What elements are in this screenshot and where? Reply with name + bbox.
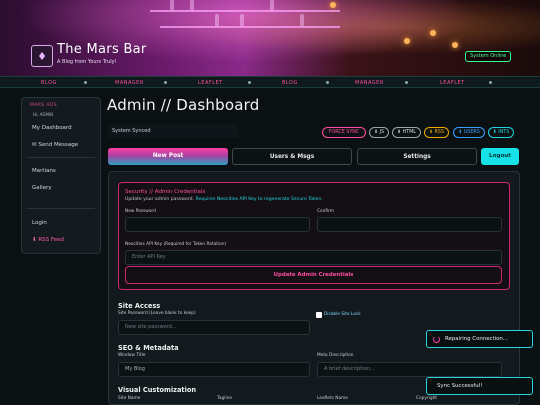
marquee-link-leaflet[interactable]: LEAFLET <box>198 80 223 86</box>
sync-status-text: System Synced <box>112 128 151 134</box>
sidebar-item-dashboard[interactable]: My Dashboard <box>32 125 72 131</box>
download-ints-button[interactable]: ⬇ INTS <box>488 127 514 138</box>
sidebar-heading: MARS ADS <box>30 103 57 108</box>
bottle-decoration <box>270 0 274 10</box>
seo-heading: SEO & Metadata <box>118 344 179 352</box>
marquee-dot-icon <box>489 81 492 84</box>
bar-shelf <box>150 10 340 12</box>
visual-customization-heading: Visual Customization <box>118 386 197 394</box>
site-tagline: A Blog from Yours Truly! <box>57 59 117 65</box>
marquee-link-manager[interactable]: MANAGER <box>115 80 144 86</box>
site-logo-icon[interactable]: ♦ <box>31 45 53 67</box>
page-title: Admin // Dashboard <box>107 96 260 114</box>
window-title-label: Window Title <box>118 353 146 358</box>
meta-description-field[interactable]: A brief description... <box>317 362 502 377</box>
bottle-decoration <box>300 14 304 26</box>
toast-repairing-text: Repairing Connection... <box>445 336 508 342</box>
marquee-nav: BLOG MANAGER LEAFLET BLOG MANAGER LEAFLE… <box>0 76 540 88</box>
download-rss-button[interactable]: ⬇ RSS <box>424 127 449 138</box>
toast-sync-text: Sync Successful! <box>437 383 483 389</box>
marquee-link-manager[interactable]: MANAGER <box>355 80 384 86</box>
lamp-decoration <box>404 38 410 44</box>
security-subtitle-text: Update your admin password. <box>125 197 196 202</box>
sidebar-divider <box>27 157 95 158</box>
lamp-decoration <box>430 30 436 36</box>
security-title: Security // Admin Credentials <box>125 189 206 195</box>
api-key-field[interactable]: Enter API Key <box>125 250 502 265</box>
site-name-label: Site Name <box>118 396 141 401</box>
new-password-field[interactable] <box>125 217 310 232</box>
download-html-button[interactable]: ⬇ HTML <box>392 127 421 138</box>
disable-site-lock-checkbox[interactable] <box>316 312 322 318</box>
sidebar-item-martians[interactable]: Martians <box>32 168 56 174</box>
force-sync-button[interactable]: FORCE SYNC <box>322 127 366 138</box>
sync-status-box: System Synced <box>108 124 238 138</box>
toast-sync: Sync Successful! <box>426 377 533 395</box>
new-password-label: New Password <box>125 209 156 214</box>
update-credentials-button[interactable]: Update Admin Credentials <box>125 266 502 284</box>
disable-site-lock-label[interactable]: Disable Site Lock <box>324 312 361 317</box>
marquee-link-blog[interactable]: BLOG <box>41 80 57 86</box>
site-password-field[interactable]: New site password... <box>118 320 310 335</box>
security-subtitle-highlight: Requires Neocities API Key to regenerate… <box>195 197 323 202</box>
download-js-button[interactable]: ⬇ JS <box>369 127 389 138</box>
window-title-field[interactable]: My Blog <box>118 362 310 377</box>
marquee-dot-icon <box>326 81 329 84</box>
sidebar-user: Hi, ADMIN <box>33 112 54 117</box>
marquee-dot-icon <box>405 81 408 84</box>
confirm-label: Confirm <box>317 209 334 214</box>
toast-repairing: Repairing Connection... <box>426 330 533 348</box>
sidebar-divider <box>27 208 95 209</box>
api-key-label: Neocities API Key (Required for Token Ro… <box>125 242 227 247</box>
tagline-label: Tagline <box>217 396 233 401</box>
tab-new-post[interactable]: New Post <box>108 148 228 165</box>
meta-description-label: Meta Description <box>317 353 354 358</box>
marquee-dot-icon <box>84 81 87 84</box>
download-users-button[interactable]: ⬇ USERS <box>453 127 485 138</box>
sidebar-item-rss-feed[interactable]: ⬇ RSS Feed <box>32 237 64 243</box>
marquee-dot-icon <box>248 81 251 84</box>
tab-settings[interactable]: Settings <box>357 148 477 165</box>
marquee-link-leaflet[interactable]: LEAFLET <box>440 80 465 86</box>
security-subtitle: Update your admin password. Requires Neo… <box>125 197 323 202</box>
site-password-label: Site Password (Leave blank to keep) <box>118 311 196 316</box>
bar-shelf <box>160 26 340 28</box>
lamp-decoration <box>330 2 336 8</box>
bottle-decoration <box>240 14 244 26</box>
sidebar <box>21 97 101 254</box>
logout-button[interactable]: Logout <box>481 148 519 165</box>
lamp-decoration <box>452 42 458 48</box>
marquee-dot-icon <box>164 81 167 84</box>
site-title[interactable]: The Mars Bar <box>57 42 147 57</box>
sidebar-item-login[interactable]: Login <box>32 220 47 226</box>
sidebar-item-send-message[interactable]: ✉ Send Message <box>32 142 78 148</box>
tab-users-msgs[interactable]: Users & Msgs <box>232 148 352 165</box>
leaflets-name-label: Leaflets Name <box>317 396 348 401</box>
bottle-decoration <box>170 0 174 10</box>
system-status-badge: System Online <box>465 51 512 62</box>
bottle-decoration <box>215 14 219 26</box>
bottle-decoration <box>190 0 194 10</box>
confirm-password-field[interactable] <box>317 217 502 232</box>
site-access-heading: Site Access <box>118 302 161 310</box>
copyright-label: Copyright <box>416 396 437 401</box>
sidebar-item-gallery[interactable]: Gallery <box>32 185 52 191</box>
spinner-icon <box>433 336 440 343</box>
marquee-link-blog[interactable]: BLOG <box>282 80 298 86</box>
